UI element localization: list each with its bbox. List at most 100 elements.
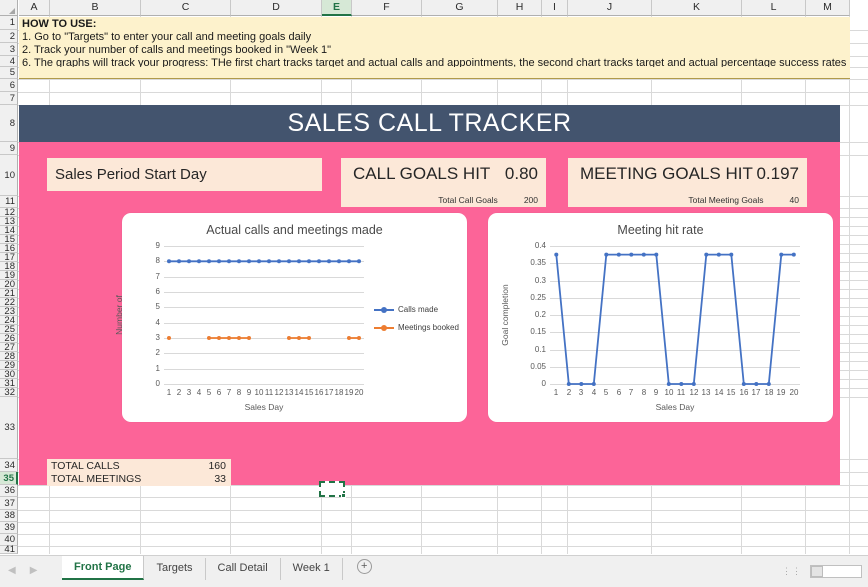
kpi-value: 0.197 <box>756 164 799 183</box>
row-header-36[interactable]: 36 <box>0 485 18 497</box>
row-header-39[interactable]: 39 <box>0 522 18 534</box>
sheet-tabs: Front Page Targets Call Detail Week 1 + <box>62 556 372 587</box>
sheet-nav-arrows[interactable]: ◀ ▶ <box>8 565 37 576</box>
chart-data-point <box>616 252 621 257</box>
sheet-tab-call-detail[interactable]: Call Detail <box>205 558 281 580</box>
chart-data-point <box>247 259 251 264</box>
chart-data-point <box>791 252 796 257</box>
column-header-f[interactable]: F <box>352 0 422 16</box>
row-header-3[interactable]: 3 <box>0 43 18 56</box>
column-header-a[interactable]: A <box>19 0 50 16</box>
prev-sheet-icon[interactable]: ◀ <box>8 565 16 576</box>
spreadsheet-window: ABCDEFGHIJKLM 1 2 3 4 5 6 7 8 9 10 11 12 13 14 15 16 17 1… <box>0 0 868 587</box>
column-header-k[interactable]: K <box>652 0 742 16</box>
chart-data-point <box>704 252 709 257</box>
chart-data-point <box>307 259 311 264</box>
sheet-tab-week-1[interactable]: Week 1 <box>280 558 343 580</box>
chart-data-point <box>167 336 171 340</box>
row-header-32[interactable]: 32 <box>0 388 18 397</box>
chart-legend-label: Calls made <box>398 305 439 315</box>
chart-data-point <box>297 336 301 340</box>
chart-card-meeting-hit-rate[interactable]: Meeting hit rate 0 0.05 0.1 0.15 0.2 0.25 0.3 0… <box>488 213 833 422</box>
chart-card-actual-calls-and-meetings[interactable]: Actual calls and meetings made 012345678… <box>114 213 467 422</box>
horizontal-scrollbar[interactable] <box>810 565 862 578</box>
sales-period-start-day-box[interactable]: Sales Period Start Day <box>47 158 322 191</box>
column-header-m[interactable]: M <box>806 0 850 16</box>
totals-value: 160 <box>208 459 226 472</box>
chart-data-point <box>716 252 721 257</box>
chart-data-point <box>357 259 361 264</box>
chart-data-point <box>566 382 571 386</box>
chart-data-point <box>357 336 361 340</box>
chart-data-point <box>277 259 281 264</box>
row-header-41[interactable]: 41 <box>0 545 18 554</box>
next-sheet-icon[interactable]: ▶ <box>30 565 38 576</box>
row-header-34[interactable]: 34 <box>0 459 18 472</box>
row-header-8[interactable]: 8 <box>0 105 18 142</box>
row-header-6[interactable]: 6 <box>0 79 18 92</box>
grid-vline <box>849 16 850 554</box>
row-header-35[interactable]: 35 <box>0 472 18 485</box>
chart-plot-area <box>554 252 796 386</box>
kpi-sub-label: Total Meeting Goals <box>688 195 764 205</box>
fill-handle[interactable] <box>341 493 346 498</box>
column-header-l[interactable]: L <box>742 0 806 16</box>
instruction-line-1: 1. Go to "Targets" to enter your call an… <box>19 30 850 43</box>
row-header-4[interactable]: 4 <box>0 56 18 67</box>
row-header-5[interactable]: 5 <box>0 67 18 79</box>
totals-label: TOTAL MEETINGS <box>51 472 142 485</box>
add-sheet-icon[interactable]: + <box>356 559 372 574</box>
sheet-tab-front-page[interactable]: Front Page <box>62 556 145 580</box>
column-header-c[interactable]: C <box>141 0 231 16</box>
chart-data-point <box>327 259 331 264</box>
chart-data-point <box>641 252 646 257</box>
chart-data-point <box>257 259 261 264</box>
chart-data-point <box>754 382 759 386</box>
chart-data-point <box>579 382 584 386</box>
chart-legend-label: Meetings booked <box>398 323 459 333</box>
row-header-37[interactable]: 37 <box>0 497 18 510</box>
row-header-7[interactable]: 7 <box>0 92 18 105</box>
row-header-10[interactable]: 10 <box>0 155 18 196</box>
column-header-d[interactable]: D <box>231 0 322 16</box>
row-header-1[interactable]: 1 <box>0 16 18 30</box>
chart-data-point <box>347 336 351 340</box>
chart-data-point <box>691 382 696 386</box>
sheet-tab-bar: ◀ ▶ Front Page Targets Call Detail Week 1 + … <box>0 555 868 587</box>
chart-data-point <box>237 336 241 340</box>
kpi-call-goals-hit: CALL GOALS HIT 0.80 Total Call Goals 200 <box>341 158 546 207</box>
chart-data-point <box>604 252 609 257</box>
totals-label: TOTAL CALLS <box>51 459 120 472</box>
column-header-j[interactable]: J <box>568 0 652 16</box>
chart-data-point <box>227 336 231 340</box>
split-handle-icon[interactable]: ⋮⋮ <box>782 566 802 577</box>
row-header-9[interactable]: 9 <box>0 142 18 155</box>
column-header-row: ABCDEFGHIJKLM <box>0 0 868 16</box>
column-header-e[interactable]: E <box>322 0 352 16</box>
chart-data-point <box>347 259 351 264</box>
kpi-sub-value: 200 <box>523 195 538 205</box>
column-header-h[interactable]: H <box>498 0 542 16</box>
row-header-38[interactable]: 38 <box>0 510 18 522</box>
column-header-g[interactable]: G <box>422 0 498 16</box>
row-header-33[interactable]: 33 <box>0 397 18 459</box>
column-header-i[interactable]: I <box>542 0 568 16</box>
select-all-corner[interactable] <box>0 0 18 16</box>
instruction-heading: HOW TO USE: <box>19 17 850 30</box>
kpi-main-row: MEETING GOALS HIT 0.197 <box>568 164 807 184</box>
page-title-banner: SALES CALL TRACKER <box>19 105 840 142</box>
sheet-tab-targets[interactable]: Targets <box>144 558 206 580</box>
chart-data-point <box>654 252 659 257</box>
chart-data-point <box>287 336 291 340</box>
row-header-2[interactable]: 2 <box>0 30 18 43</box>
chart-data-point <box>779 252 784 257</box>
chart-data-point <box>591 382 596 386</box>
totals-box: TOTAL CALLS 160 TOTAL MEETINGS 33 <box>47 459 231 486</box>
scrollbar-thumb[interactable] <box>811 566 823 577</box>
chart-legend: Calls made Meetings booked <box>374 305 459 341</box>
chart-data-point <box>227 259 231 264</box>
chart-data-point <box>187 259 191 264</box>
column-header-b[interactable]: B <box>50 0 141 16</box>
chart-data-point <box>197 259 201 264</box>
chart-legend-swatch <box>374 306 394 312</box>
